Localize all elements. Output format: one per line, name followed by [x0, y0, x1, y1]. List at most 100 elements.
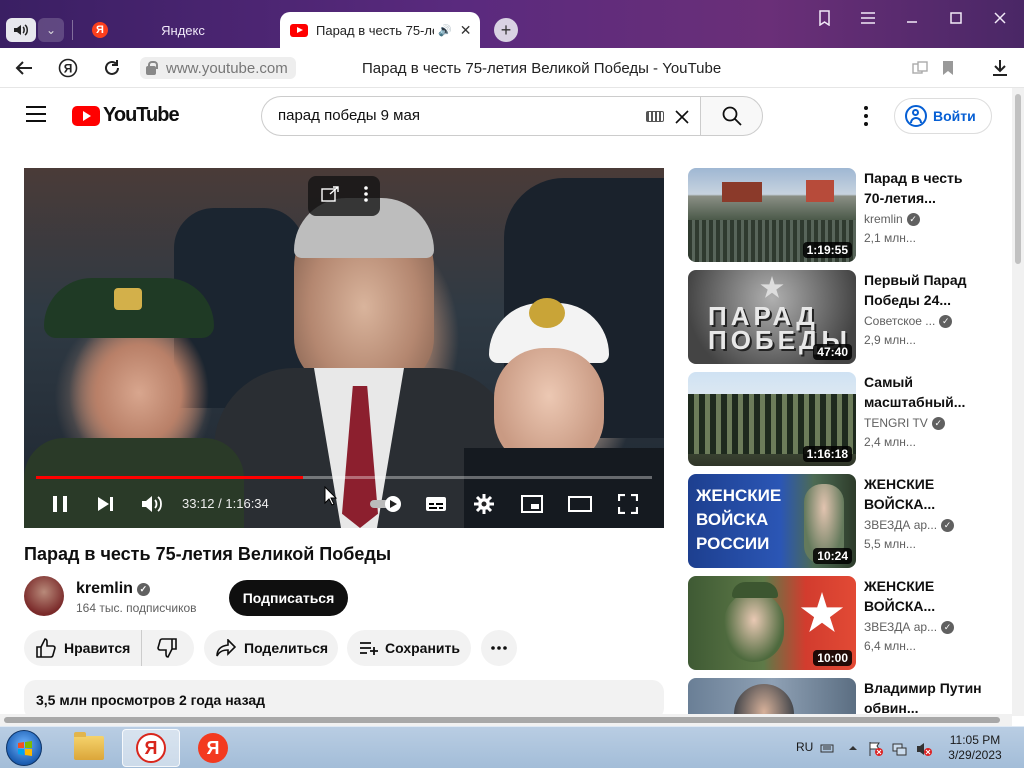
- translate-button[interactable]: [908, 56, 932, 80]
- dot: [864, 122, 868, 126]
- share-button[interactable]: Поделиться: [204, 630, 338, 666]
- network-tray-icon[interactable]: [892, 741, 907, 756]
- close-window-button[interactable]: [984, 6, 1016, 30]
- caption-line: РОССИИ: [696, 534, 770, 553]
- dot: [864, 114, 868, 118]
- show-hidden-icons[interactable]: [846, 741, 860, 755]
- volume-button[interactable]: [140, 492, 164, 516]
- bookmark-button[interactable]: [936, 56, 960, 80]
- language-indicator[interactable]: RU: [796, 740, 813, 754]
- thumbs-up-icon: [36, 638, 56, 658]
- subtitles-button[interactable]: [424, 492, 448, 516]
- volume-tray-icon[interactable]: [916, 741, 932, 756]
- sound-indicator-button[interactable]: [6, 18, 36, 42]
- video-thumbnail: [688, 678, 856, 714]
- menu-line: [26, 113, 46, 115]
- start-button[interactable]: [6, 730, 42, 766]
- flag-tray-icon[interactable]: [868, 741, 883, 756]
- dislike-button[interactable]: [142, 630, 192, 666]
- avatar[interactable]: [24, 576, 64, 616]
- download-icon: [993, 60, 1007, 76]
- scroll-thumb[interactable]: [4, 717, 1000, 723]
- recommendation-item[interactable]: 1:19:55 Парад в честь 70-летия... kremli…: [688, 168, 988, 262]
- lock-icon: [146, 60, 158, 75]
- taskbar-explorer[interactable]: [60, 729, 118, 767]
- scroll-thumb[interactable]: [1015, 94, 1021, 264]
- menu-line: [26, 120, 46, 122]
- channel-text: ЗВЕЗДА ар...: [864, 620, 938, 634]
- save-button[interactable]: Сохранить: [347, 630, 471, 666]
- bookmarks-panel-button[interactable]: [808, 6, 840, 30]
- reload-button[interactable]: [100, 56, 124, 80]
- channel-name[interactable]: kremlin ✓: [76, 580, 150, 598]
- mouse-cursor-icon: [324, 486, 338, 506]
- bookmark-stack-icon: [819, 10, 830, 26]
- like-button[interactable]: Нравится: [24, 630, 142, 666]
- signin-button[interactable]: Войти: [894, 98, 992, 134]
- recommendation-title: ЖЕНСКИЕ ВОЙСКА...: [864, 476, 936, 512]
- guide-menu-button[interactable]: [26, 106, 46, 122]
- logo-text: YouTube: [103, 104, 180, 126]
- tab-youtube[interactable]: Парад в честь 75-лет 🔊 ✕: [280, 12, 480, 48]
- progress-bar[interactable]: [36, 476, 652, 479]
- thumb-troops: [688, 394, 856, 454]
- recommendation-views: 2,9 млн...: [864, 333, 916, 347]
- vertical-scrollbar[interactable]: [1012, 88, 1024, 716]
- video-thumbnail: 1:16:18: [688, 372, 856, 466]
- yandex-button[interactable]: Я: [56, 56, 80, 80]
- verified-icon: ✓: [941, 519, 955, 532]
- tabs-menu-button[interactable]: ⌄: [38, 18, 64, 42]
- search-button[interactable]: [700, 96, 763, 136]
- close-tab-icon[interactable]: ✕: [460, 22, 472, 39]
- thumb-person: [734, 684, 794, 714]
- url-field[interactable]: www.youtube.com: [140, 57, 296, 79]
- taskbar-yandex-browser[interactable]: Я: [122, 729, 180, 767]
- windows-logo-icon: [18, 741, 32, 756]
- more-actions-button[interactable]: [481, 630, 517, 666]
- theater-mode-button[interactable]: [568, 492, 592, 516]
- yandex-logo-icon: Я: [58, 58, 78, 78]
- system-clock[interactable]: 11:05 PM 3/29/2023: [944, 733, 1006, 763]
- fullscreen-button[interactable]: [616, 492, 640, 516]
- time-current: 33:12: [182, 496, 215, 511]
- subscribe-button[interactable]: Подписаться: [229, 580, 348, 616]
- tab-yandex[interactable]: Я Яндекс: [80, 12, 276, 48]
- chevron-down-icon: ⌄: [45, 23, 57, 37]
- youtube-logo[interactable]: YouTube: [72, 104, 180, 127]
- recommendation-item[interactable]: Владимир Путин обвин...: [688, 678, 988, 714]
- pause-button[interactable]: [48, 492, 72, 516]
- recommendation-item[interactable]: 10:00 ЖЕНСКИЕ ВОЙСКА... ЗВЕЗДА ар... ✓ 6,…: [688, 576, 988, 670]
- new-tab-button[interactable]: +: [494, 18, 518, 42]
- browser-menu-button[interactable]: [852, 6, 884, 30]
- caption-line: ЖЕНСКИЕ: [696, 486, 782, 505]
- downloads-button[interactable]: [988, 56, 1012, 80]
- search-input[interactable]: парад победы 9 мая: [261, 96, 701, 136]
- keyboard-tray-icon[interactable]: [820, 741, 834, 755]
- duration-badge: 10:24: [813, 548, 852, 564]
- recommendation-item[interactable]: ПАРАД ПОБЕДЫ 47:40 Первый Парад Победы 2…: [688, 270, 988, 364]
- minimize-button[interactable]: [896, 6, 928, 30]
- taskbar-yandex[interactable]: Я: [184, 729, 242, 767]
- recommendation-item[interactable]: ЖЕНСКИЕ ВОЙСКА РОССИИ 10:24 ЖЕНСКИЕ ВОЙС…: [688, 474, 988, 568]
- settings-menu-button[interactable]: [858, 106, 874, 126]
- video-player[interactable]: 33:12 / 1:16:34: [24, 168, 664, 528]
- share-external-icon[interactable]: [320, 185, 339, 207]
- settings-button[interactable]: [472, 492, 496, 516]
- clear-search-icon[interactable]: [674, 103, 690, 131]
- more-options-icon[interactable]: [363, 185, 368, 207]
- horizontal-scrollbar[interactable]: [0, 714, 1012, 726]
- thumb-building: [722, 182, 762, 202]
- url-text: www.youtube.com: [166, 59, 288, 77]
- autoplay-toggle[interactable]: [368, 492, 404, 516]
- back-button[interactable]: [12, 56, 36, 80]
- recommendation-item[interactable]: 1:16:18 Самый масштабный... TENGRI TV ✓ 2…: [688, 372, 988, 466]
- subscriber-count: 164 тыс. подписчиков: [76, 601, 197, 615]
- next-button[interactable]: [94, 492, 118, 516]
- keyboard-icon[interactable]: [646, 111, 664, 122]
- maximize-button[interactable]: [940, 6, 972, 30]
- recommendation-channel: Советское ... ✓: [864, 314, 953, 328]
- dot: [864, 106, 868, 110]
- tab-audio-icon[interactable]: 🔊: [438, 24, 452, 37]
- miniplayer-button[interactable]: [520, 492, 544, 516]
- windows-taskbar: Я Я RU 11:05 PM 3/29/2023: [0, 726, 1024, 768]
